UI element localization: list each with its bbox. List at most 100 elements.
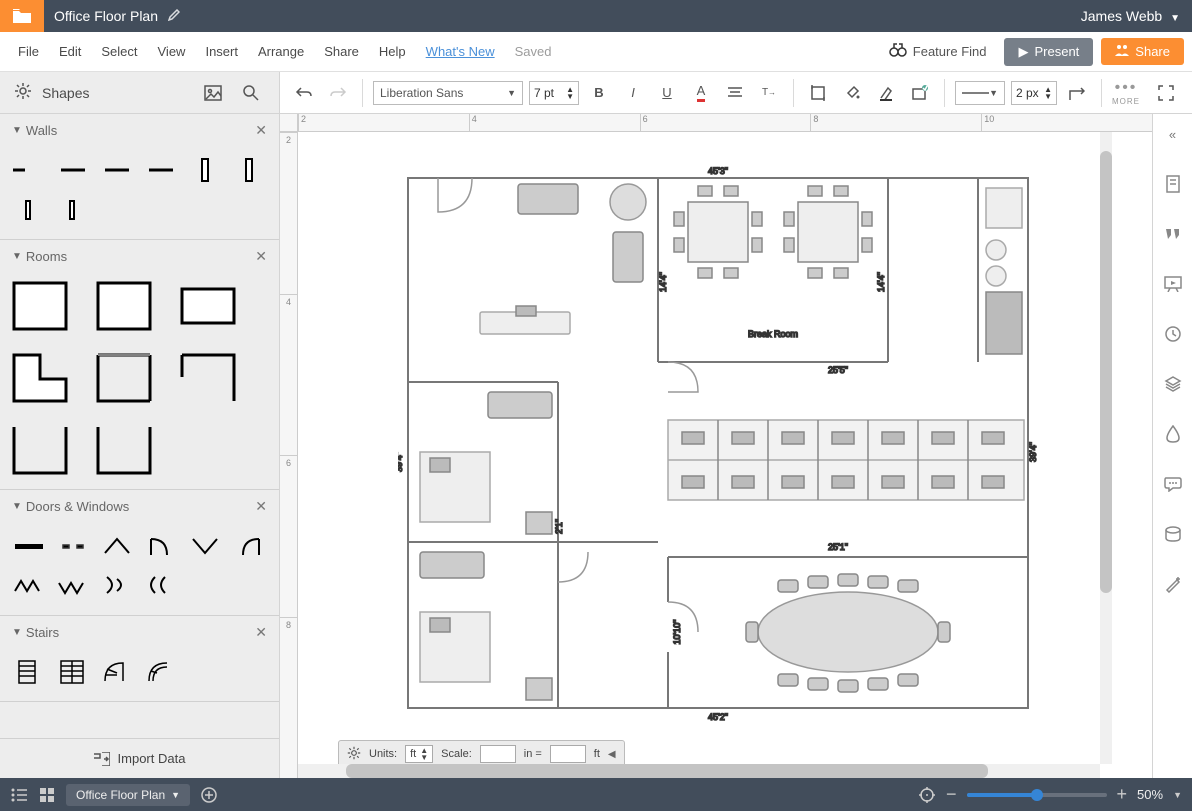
- page-selector[interactable]: Office Floor Plan ▼: [66, 784, 190, 806]
- menu-select[interactable]: Select: [91, 38, 147, 65]
- document-title[interactable]: Office Floor Plan: [44, 8, 168, 24]
- zoom-in-icon[interactable]: +: [1117, 784, 1128, 805]
- grid-view-icon[interactable]: [38, 786, 56, 804]
- shape-door[interactable]: [52, 567, 94, 605]
- shape-wall[interactable]: [140, 151, 182, 189]
- shape-wall[interactable]: [8, 191, 50, 229]
- shape-wall[interactable]: [96, 151, 138, 189]
- font-size-select[interactable]: 7 pt ▲▼: [529, 81, 579, 105]
- shape-room[interactable]: [94, 279, 154, 333]
- shape-door[interactable]: [52, 527, 94, 565]
- menu-file[interactable]: File: [8, 38, 49, 65]
- italic-button[interactable]: I: [619, 79, 647, 107]
- folder-button[interactable]: [0, 0, 44, 32]
- shape-wall[interactable]: [184, 151, 226, 189]
- history-icon[interactable]: [1159, 320, 1187, 348]
- shape-door[interactable]: [140, 527, 182, 565]
- quote-icon[interactable]: [1159, 220, 1187, 248]
- layers-icon[interactable]: [1159, 370, 1187, 398]
- section-rooms-header[interactable]: ▼ Rooms ✕: [0, 240, 279, 273]
- shape-wall[interactable]: [228, 151, 270, 189]
- bold-button[interactable]: B: [585, 79, 613, 107]
- more-button[interactable]: ••• MORE: [1112, 79, 1140, 106]
- collapse-icon[interactable]: ◀: [608, 749, 616, 760]
- comment-icon[interactable]: [1159, 470, 1187, 498]
- shape-door[interactable]: [8, 567, 50, 605]
- menu-arrange[interactable]: Arrange: [248, 38, 314, 65]
- scale-ft-input[interactable]: [550, 745, 586, 763]
- stroke-width-select[interactable]: 2 px ▲▼: [1011, 81, 1057, 105]
- fullscreen-button[interactable]: [1152, 79, 1180, 107]
- image-icon[interactable]: [199, 79, 227, 107]
- gear-icon[interactable]: [347, 746, 361, 763]
- line-style-select[interactable]: ▼: [955, 81, 1005, 105]
- shape-wall[interactable]: [52, 151, 94, 189]
- shape-room[interactable]: [94, 423, 154, 477]
- text-color-button[interactable]: A: [687, 79, 715, 107]
- shape-wall[interactable]: [52, 191, 94, 229]
- shape-room[interactable]: [178, 351, 238, 405]
- search-icon[interactable]: [237, 79, 265, 107]
- shape-stairs[interactable]: [52, 653, 94, 691]
- crop-button[interactable]: [804, 79, 832, 107]
- menu-share[interactable]: Share: [314, 38, 369, 65]
- shape-room[interactable]: [10, 423, 70, 477]
- shape-door[interactable]: [96, 567, 138, 605]
- menu-edit[interactable]: Edit: [49, 38, 91, 65]
- shape-room[interactable]: [178, 279, 238, 333]
- close-icon[interactable]: ✕: [255, 498, 267, 515]
- gear-icon[interactable]: [14, 82, 32, 103]
- shape-door[interactable]: [140, 567, 182, 605]
- present-button[interactable]: ▶ Present: [1004, 38, 1093, 66]
- scale-in-input[interactable]: [480, 745, 516, 763]
- shape-room[interactable]: [10, 351, 70, 405]
- shape-room[interactable]: [94, 351, 154, 405]
- shape-door[interactable]: [228, 527, 270, 565]
- whats-new-link[interactable]: What's New: [416, 38, 505, 65]
- horizontal-scrollbar[interactable]: [298, 764, 1100, 778]
- align-button[interactable]: [721, 79, 749, 107]
- floor-plan-drawing[interactable]: Break Room: [398, 162, 1038, 722]
- underline-button[interactable]: U: [653, 79, 681, 107]
- undo-button[interactable]: [290, 79, 318, 107]
- shape-wall[interactable]: [8, 151, 50, 189]
- canvas[interactable]: Break Room: [298, 132, 1152, 778]
- font-select[interactable]: Liberation Sans ▼: [373, 81, 523, 105]
- menu-insert[interactable]: Insert: [195, 38, 248, 65]
- vertical-scrollbar[interactable]: [1100, 132, 1112, 764]
- redo-button[interactable]: [324, 79, 352, 107]
- shape-door[interactable]: [184, 527, 226, 565]
- shape-door[interactable]: [8, 527, 50, 565]
- zoom-value[interactable]: 50%: [1137, 787, 1163, 802]
- close-icon[interactable]: ✕: [255, 624, 267, 641]
- shape-stairs[interactable]: [8, 653, 50, 691]
- shape-room[interactable]: [10, 279, 70, 333]
- section-walls-header[interactable]: ▼ Walls ✕: [0, 114, 279, 147]
- add-page-icon[interactable]: [200, 786, 218, 804]
- target-icon[interactable]: [918, 786, 936, 804]
- data-icon[interactable]: [1159, 520, 1187, 548]
- present-mode-icon[interactable]: [1159, 270, 1187, 298]
- menu-view[interactable]: View: [148, 38, 196, 65]
- stroke-color-button[interactable]: [872, 79, 900, 107]
- close-icon[interactable]: ✕: [255, 122, 267, 139]
- magic-icon[interactable]: [1159, 570, 1187, 598]
- zoom-out-icon[interactable]: −: [946, 784, 957, 805]
- text-format-button[interactable]: T→: [755, 79, 783, 107]
- line-type-button[interactable]: [1063, 79, 1091, 107]
- share-button[interactable]: Share: [1101, 38, 1184, 65]
- shape-stairs[interactable]: [96, 653, 138, 691]
- section-doors-header[interactable]: ▼ Doors & Windows ✕: [0, 490, 279, 523]
- section-stairs-header[interactable]: ▼ Stairs ✕: [0, 616, 279, 649]
- units-select[interactable]: ft▲▼: [405, 745, 433, 763]
- shape-options-button[interactable]: [906, 79, 934, 107]
- import-data-button[interactable]: Import Data: [0, 738, 279, 778]
- close-icon[interactable]: ✕: [255, 248, 267, 265]
- zoom-slider[interactable]: [967, 793, 1107, 797]
- list-view-icon[interactable]: [10, 786, 28, 804]
- feature-find[interactable]: Feature Find: [879, 39, 997, 64]
- menu-help[interactable]: Help: [369, 38, 416, 65]
- pencil-icon[interactable]: [168, 9, 180, 24]
- page-icon[interactable]: [1159, 170, 1187, 198]
- shape-stairs[interactable]: [140, 653, 182, 691]
